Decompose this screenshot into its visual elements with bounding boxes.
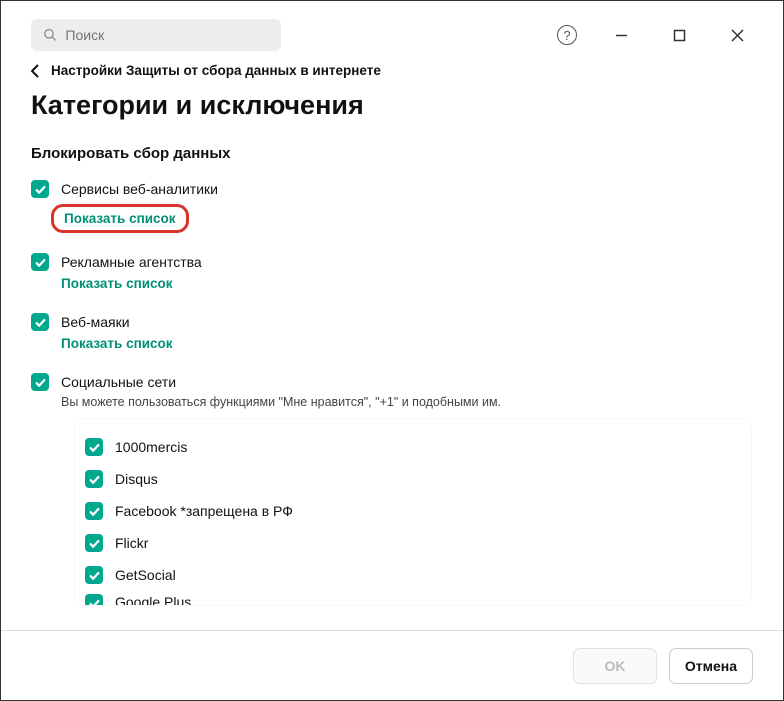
- minimize-button[interactable]: [597, 19, 645, 51]
- page-title: Категории и исключения: [31, 90, 753, 121]
- checkbox-web-beacons[interactable]: [31, 313, 49, 331]
- category-web-analytics: Сервисы веб-аналитики Показать список: [31, 180, 753, 233]
- list-item[interactable]: GetSocial: [75, 559, 751, 591]
- maximize-button[interactable]: [655, 19, 703, 51]
- ok-button: OK: [573, 648, 657, 684]
- list-item[interactable]: Facebook *запрещена в РФ: [75, 495, 751, 527]
- search-box[interactable]: [31, 19, 281, 51]
- footer: OK Отмена: [1, 630, 783, 700]
- close-button[interactable]: [713, 19, 761, 51]
- checkbox-ad-agencies[interactable]: [31, 253, 49, 271]
- breadcrumb[interactable]: Настройки Защиты от сбора данных в интер…: [31, 63, 753, 78]
- checkbox-subitem[interactable]: [85, 534, 103, 552]
- list-item-label: Flickr: [115, 535, 148, 551]
- checkbox-subitem[interactable]: [85, 438, 103, 456]
- category-label: Рекламные агентства: [61, 254, 202, 270]
- category-social-networks: Социальные сети Вы можете пользоваться ф…: [31, 373, 753, 605]
- checkbox-web-analytics[interactable]: [31, 180, 49, 198]
- help-icon[interactable]: ?: [557, 25, 577, 45]
- checkbox-subitem[interactable]: [85, 566, 103, 584]
- show-list-link[interactable]: Показать список: [51, 204, 189, 233]
- social-sub-list: 1000mercis Disqus Facebook *запрещена в …: [75, 419, 751, 605]
- search-icon: [43, 27, 57, 43]
- list-item[interactable]: Disqus: [75, 463, 751, 495]
- breadcrumb-label: Настройки Защиты от сбора данных в интер…: [51, 63, 381, 78]
- checkbox-subitem[interactable]: [85, 470, 103, 488]
- list-item-label: Disqus: [115, 471, 158, 487]
- list-item-label: Google Plus: [115, 594, 191, 605]
- checkbox-subitem[interactable]: [85, 594, 103, 605]
- category-desc: Вы можете пользоваться функциями "Мне нр…: [61, 395, 753, 409]
- list-item-label: 1000mercis: [115, 439, 187, 455]
- show-list-link[interactable]: Показать список: [61, 336, 173, 351]
- list-item-label: GetSocial: [115, 567, 176, 583]
- show-list-link[interactable]: Показать список: [61, 276, 173, 291]
- category-ad-agencies: Рекламные агентства Показать список: [31, 253, 753, 293]
- list-item[interactable]: 1000mercis: [75, 431, 751, 463]
- list-item[interactable]: Google Plus: [75, 591, 751, 605]
- category-web-beacons: Веб-маяки Показать список: [31, 313, 753, 353]
- chevron-left-icon: [31, 64, 39, 78]
- checkbox-subitem[interactable]: [85, 502, 103, 520]
- list-item-label: Facebook *запрещена в РФ: [115, 503, 293, 519]
- section-header: Блокировать сбор данных: [31, 145, 753, 162]
- category-label: Веб-маяки: [61, 314, 130, 330]
- category-label: Сервисы веб-аналитики: [61, 181, 218, 197]
- category-label: Социальные сети: [61, 374, 176, 390]
- list-item[interactable]: Flickr: [75, 527, 751, 559]
- checkbox-social-networks[interactable]: [31, 373, 49, 391]
- cancel-button[interactable]: Отмена: [669, 648, 753, 684]
- search-input[interactable]: [65, 27, 269, 43]
